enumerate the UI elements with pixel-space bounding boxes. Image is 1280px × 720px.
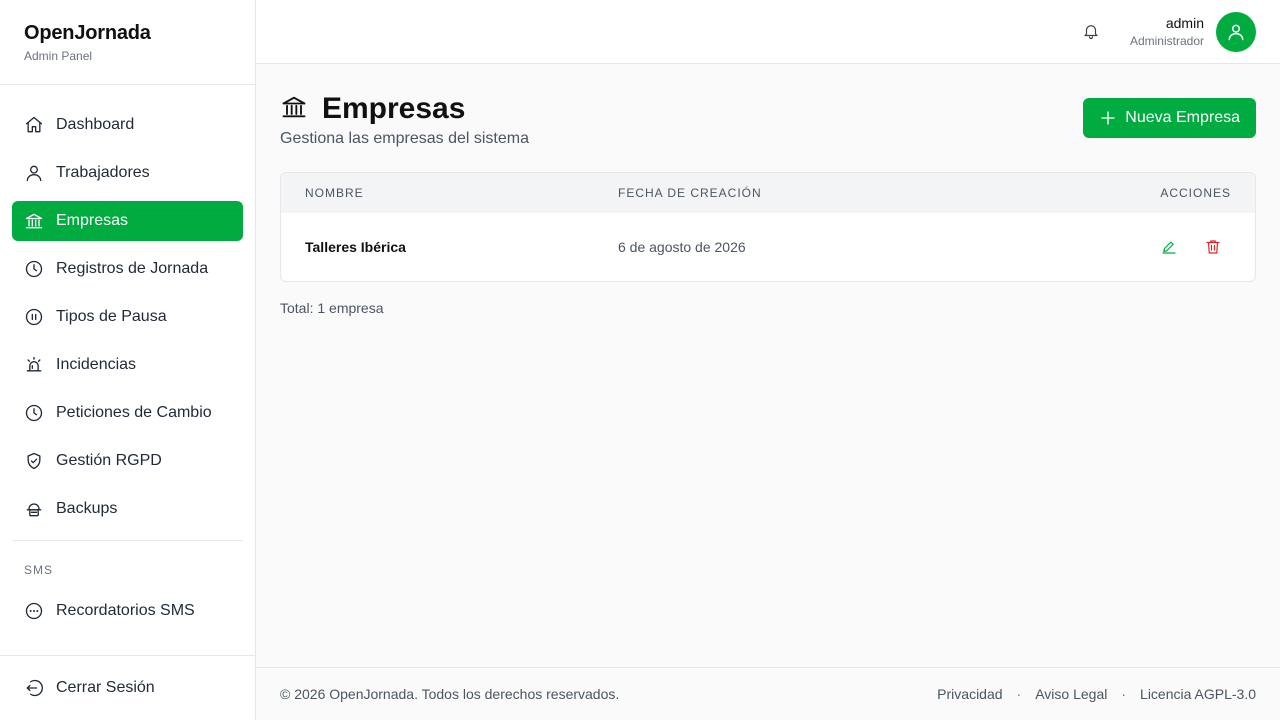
sidebar-item-empresas[interactable]: Empresas bbox=[12, 201, 243, 241]
bell-icon[interactable] bbox=[1082, 22, 1102, 42]
delete-button[interactable] bbox=[1203, 237, 1223, 257]
home-icon bbox=[24, 115, 44, 135]
separator-dot: · bbox=[1016, 686, 1022, 702]
row-actions bbox=[1098, 237, 1255, 257]
license-link[interactable]: Licencia AGPL-3.0 bbox=[1140, 686, 1256, 702]
sidebar-item-label: Peticiones de Cambio bbox=[56, 404, 212, 421]
pencil-icon bbox=[1162, 241, 1176, 254]
sidebar-nav: Dashboard Trabajadores Empresas Registro… bbox=[0, 85, 255, 631]
copyright: © 2026 OpenJornada. Todos los derechos r… bbox=[280, 686, 620, 702]
sidebar-item-label: Registros de Jornada bbox=[56, 260, 209, 277]
brand-subtitle: Admin Panel bbox=[24, 49, 93, 63]
footer: © 2026 OpenJornada. Todos los derechos r… bbox=[256, 667, 1280, 720]
company-name: Talleres Ibérica bbox=[305, 239, 406, 255]
sidebar-item-peticiones[interactable]: Peticiones de Cambio bbox=[12, 393, 243, 433]
trash-icon bbox=[1206, 240, 1220, 254]
column-header-acciones: ACCIONES bbox=[1160, 186, 1231, 200]
new-company-label: Nueva Empresa bbox=[1125, 109, 1240, 126]
sidebar-item-registros[interactable]: Registros de Jornada bbox=[12, 249, 243, 289]
cloud-storage-icon bbox=[24, 499, 44, 519]
clock-icon bbox=[24, 403, 44, 423]
sidebar-divider bbox=[12, 540, 243, 541]
pause-circle-icon bbox=[24, 307, 44, 327]
alarm-icon bbox=[24, 355, 44, 375]
clock-icon bbox=[24, 259, 44, 279]
sidebar-item-label: Dashboard bbox=[56, 116, 135, 133]
sidebar-item-incidencias[interactable]: Incidencias bbox=[12, 345, 243, 385]
user-info: admin Administrador bbox=[1130, 15, 1204, 48]
footer-links: Privacidad · Aviso Legal · Licencia AGPL… bbox=[937, 686, 1256, 702]
sidebar-item-backups[interactable]: Backups bbox=[12, 489, 243, 529]
sidebar-item-label: Recordatorios SMS bbox=[56, 602, 195, 619]
page-header: Empresas Gestiona las empresas del siste… bbox=[280, 92, 529, 148]
shield-check-icon bbox=[24, 451, 44, 471]
user-icon bbox=[1228, 24, 1244, 41]
logout-label: Cerrar Sesión bbox=[56, 679, 155, 696]
bank-icon bbox=[280, 93, 308, 126]
sidebar-item-label: Tipos de Pausa bbox=[56, 308, 167, 325]
total-count: Total: 1 empresa bbox=[280, 300, 384, 316]
sidebar-item-tipos-pausa[interactable]: Tipos de Pausa bbox=[12, 297, 243, 337]
chat-dots-icon bbox=[24, 601, 44, 621]
page-title: Empresas bbox=[322, 92, 466, 125]
sidebar-item-rgpd[interactable]: Gestión RGPD bbox=[12, 441, 243, 481]
top-bar: admin Administrador bbox=[256, 0, 1280, 64]
sidebar-item-trabajadores[interactable]: Trabajadores bbox=[12, 153, 243, 193]
page-subtitle: Gestiona las empresas del sistema bbox=[280, 130, 529, 147]
column-header-fecha[interactable]: FECHA DE CREACIÓN bbox=[618, 186, 1098, 200]
logout-button[interactable]: Cerrar Sesión bbox=[12, 668, 243, 708]
sidebar-item-label: Trabajadores bbox=[56, 164, 150, 181]
edit-button[interactable] bbox=[1159, 237, 1179, 257]
sidebar: OpenJornada Admin Panel Dashboard Trabaj… bbox=[0, 0, 256, 720]
legal-notice-link[interactable]: Aviso Legal bbox=[1035, 686, 1107, 702]
column-header-nombre[interactable]: NOMBRE bbox=[281, 186, 618, 200]
logout-icon bbox=[24, 678, 44, 698]
sidebar-item-label: Gestión RGPD bbox=[56, 452, 162, 469]
sidebar-item-label: Incidencias bbox=[56, 356, 137, 373]
table-row[interactable]: Talleres Ibérica 6 de agosto de 2026 bbox=[281, 213, 1255, 281]
sidebar-section-sms: SMS bbox=[24, 563, 54, 577]
brand-title: OpenJornada bbox=[24, 22, 151, 44]
sidebar-footer: Cerrar Sesión bbox=[0, 655, 255, 720]
new-company-button[interactable]: Nueva Empresa bbox=[1083, 98, 1256, 138]
companies-table: NOMBRE FECHA DE CREACIÓN ACCIONES Taller… bbox=[280, 172, 1256, 282]
user-name: admin bbox=[1165, 15, 1204, 31]
table-header: NOMBRE FECHA DE CREACIÓN ACCIONES bbox=[281, 173, 1255, 213]
sidebar-item-label: Empresas bbox=[56, 212, 129, 229]
user-icon bbox=[24, 163, 44, 183]
avatar[interactable] bbox=[1216, 12, 1256, 52]
separator-dot: · bbox=[1121, 686, 1127, 702]
privacy-link[interactable]: Privacidad bbox=[937, 686, 1002, 702]
sidebar-item-label: Backups bbox=[56, 500, 118, 517]
brand: OpenJornada Admin Panel bbox=[0, 0, 255, 85]
bank-icon bbox=[24, 211, 44, 231]
user-role: Administrador bbox=[1129, 34, 1204, 48]
sidebar-item-recordatorios-sms[interactable]: Recordatorios SMS bbox=[12, 591, 243, 631]
sidebar-item-dashboard[interactable]: Dashboard bbox=[12, 105, 243, 145]
plus-icon bbox=[1101, 111, 1115, 125]
main-content: Empresas Gestiona las empresas del siste… bbox=[256, 64, 1280, 667]
company-created-date: 6 de agosto de 2026 bbox=[618, 239, 746, 255]
